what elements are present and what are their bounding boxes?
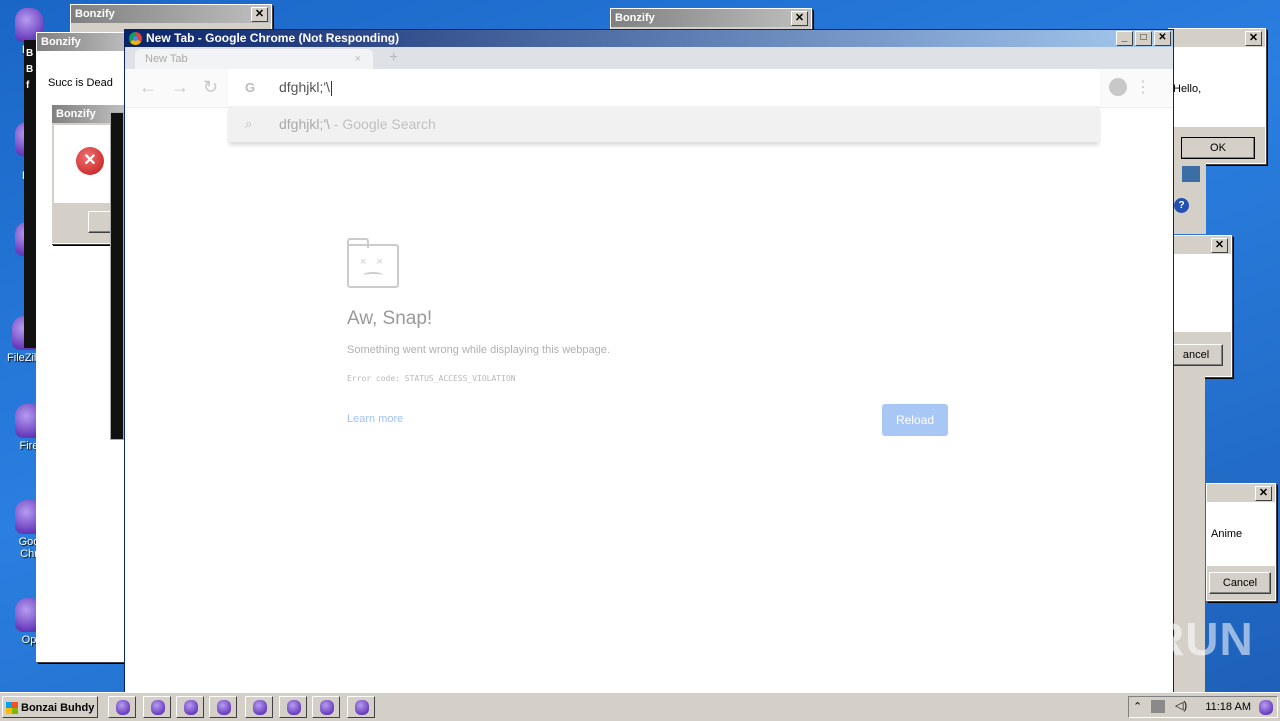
maximize-icon[interactable]: □ (1135, 31, 1152, 46)
anime-dialog: ✕ Anime Cancel (1206, 483, 1276, 601)
bonzi-icon (217, 700, 231, 715)
cancel-dialog: ✕ ancel (1168, 235, 1232, 377)
taskbar-button[interactable] (143, 696, 171, 718)
system-tray: ⌃ ◁) 11:18 AM (1128, 696, 1278, 718)
volume-icon[interactable]: ◁) (1175, 699, 1187, 712)
bonzi-icon (184, 700, 198, 715)
google-icon: G (245, 80, 256, 95)
dialog-titlebar: Bonzify (71, 5, 271, 23)
error-icon: ✕ (76, 147, 104, 175)
bonzi-icon (287, 700, 301, 715)
black-column (110, 112, 124, 440)
search-icon[interactable] (1182, 166, 1200, 182)
taskbar-button[interactable] (279, 696, 307, 718)
cancel-button[interactable]: Cancel (1209, 572, 1271, 594)
network-icon[interactable] (1151, 700, 1165, 713)
chrome-window: New Tab - Google Chrome (Not Responding)… (124, 29, 1174, 695)
dialog-titlebar: Bonzify (611, 9, 811, 27)
window-controls: _ □ ✕ (1116, 31, 1171, 46)
succ-message: Succ is Dead (48, 77, 113, 89)
reload-icon[interactable]: ↻ (203, 77, 218, 98)
omnibox[interactable]: G dfghjkl;'\ (229, 69, 1099, 107)
taskbar-button[interactable] (347, 696, 375, 718)
error-heading: Aw, Snap! (347, 308, 433, 329)
anyrun-watermark: ANY RUN (1038, 613, 1254, 665)
close-icon[interactable]: ✕ (791, 11, 808, 26)
side-letters: B B f (26, 48, 34, 91)
ok-button[interactable]: OK (1181, 137, 1255, 159)
sad-folder-icon: ×× (347, 238, 399, 288)
omnibox-input[interactable]: dfghjkl;'\ (279, 79, 332, 96)
close-icon[interactable]: ✕ (1255, 486, 1272, 501)
close-icon[interactable]: ✕ (251, 7, 268, 22)
bonzi-icon (253, 700, 267, 715)
bonzi-icon (116, 700, 130, 715)
anime-message: Anime (1211, 528, 1243, 540)
start-button[interactable]: Bonzai Buhdy (2, 696, 98, 718)
cancel-button[interactable]: ancel (1169, 344, 1223, 366)
start-label: Bonzai Buhdy (21, 702, 95, 714)
learn-more-link[interactable]: Learn more (347, 413, 403, 425)
hello-dialog: ✕ Hello, OK (1168, 28, 1266, 164)
minimize-icon[interactable]: _ (1116, 31, 1133, 46)
chrome-logo-icon (129, 32, 142, 45)
menu-icon[interactable]: ⋮ (1135, 77, 1151, 97)
search-icon: ⌕ (245, 116, 253, 131)
bonzi-icon (355, 700, 369, 715)
help-strip: ? (1170, 162, 1206, 234)
tray-expand-icon[interactable]: ⌃ (1133, 700, 1142, 713)
desktop-icon-label: Op (21, 634, 37, 646)
taskbar-button[interactable] (209, 696, 237, 718)
clock[interactable]: 11:18 AM (1205, 701, 1251, 713)
hello-message: Hello, (1173, 83, 1202, 95)
suggestion-text: dfghjkl;'\ - Google Search (279, 116, 436, 132)
taskbar-button[interactable] (245, 696, 273, 718)
tab-close-icon[interactable]: × (355, 49, 361, 69)
tab-new-tab[interactable]: New Tab × (135, 49, 373, 69)
taskbar: Bonzai Buhdy ⌃ ◁) 11:18 AM (0, 692, 1280, 721)
tab-strip: New Tab × + (125, 47, 1173, 69)
close-icon[interactable]: ✕ (1154, 31, 1171, 46)
close-icon[interactable]: ✕ (1211, 238, 1228, 253)
chrome-titlebar[interactable]: New Tab - Google Chrome (Not Responding)… (125, 30, 1173, 47)
bonzi-icon (151, 700, 165, 715)
windows-flag-icon (6, 702, 18, 714)
tab-label: New Tab (145, 53, 188, 65)
bonzi-tray-icon[interactable] (1259, 700, 1273, 715)
error-code: Error code: STATUS_ACCESS_VIOLATION (347, 374, 516, 383)
taskbar-button[interactable] (312, 696, 340, 718)
help-icon[interactable]: ? (1174, 198, 1189, 213)
error-message: Something went wrong while displaying th… (347, 344, 610, 356)
bonzi-icon (320, 700, 334, 715)
window-title: New Tab - Google Chrome (Not Responding) (146, 31, 400, 45)
omnibox-suggestion[interactable]: ⌕ dfghjkl;'\ - Google Search (229, 106, 1099, 142)
taskbar-button[interactable] (176, 696, 204, 718)
profile-avatar-icon[interactable] (1109, 78, 1127, 96)
back-icon[interactable]: ← (139, 77, 157, 98)
dialog-titlebar: Bonzify (37, 33, 133, 51)
taskbar-button[interactable] (108, 696, 136, 718)
forward-icon[interactable]: → (171, 77, 189, 98)
close-icon[interactable]: ✕ (1245, 31, 1262, 46)
reload-button[interactable]: Reload (882, 404, 948, 436)
chrome-toolbar: ← → ↻ G dfghjkl;'\ ⋮ (125, 69, 1173, 108)
new-tab-button[interactable]: + (389, 47, 398, 69)
text-caret (330, 80, 332, 96)
